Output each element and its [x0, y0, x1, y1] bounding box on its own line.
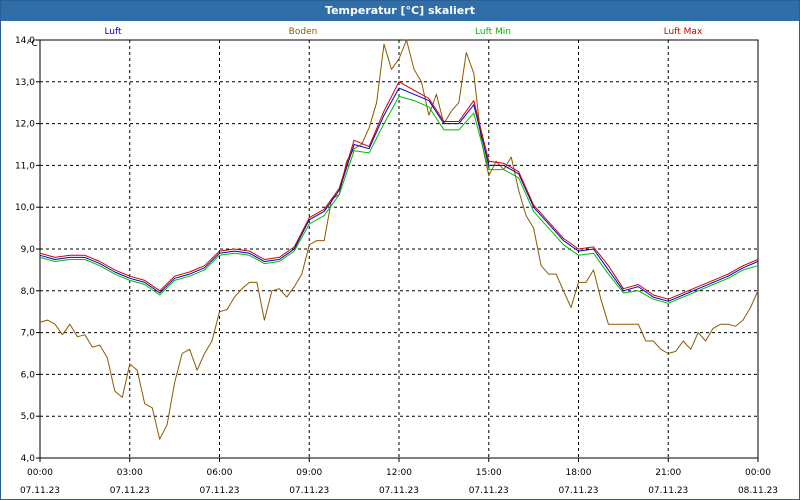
y-tick-label: 8,0: [21, 287, 36, 297]
y-tick-label: 9,0: [21, 245, 36, 255]
x-tick-time: 03:00: [117, 468, 143, 478]
x-tick-date: 07.11.23: [110, 486, 150, 496]
axes: 4,05,06,07,08,09,010,011,012,013,014,000…: [15, 36, 778, 496]
x-tick-date: 07.11.23: [289, 486, 329, 496]
x-tick-date: 07.11.23: [379, 486, 419, 496]
y-tick-label: 4,0: [21, 454, 36, 464]
x-tick-date: 07.11.23: [558, 486, 598, 496]
grid: [40, 40, 758, 458]
y-tick-label: 11,0: [15, 161, 35, 171]
x-tick-date: 07.11.23: [648, 486, 688, 496]
y-axis-unit: °C: [27, 39, 38, 49]
x-tick-time: 09:00: [296, 468, 322, 478]
x-tick-date: 07.11.23: [20, 486, 60, 496]
x-tick-time: 15:00: [476, 468, 502, 478]
y-tick-label: 5,0: [21, 412, 36, 422]
x-tick-time: 06:00: [207, 468, 233, 478]
legend-entry-luft-max: Luft Max: [664, 27, 703, 37]
x-tick-date: 08.11.23: [738, 486, 778, 496]
legend-entry-boden: Boden: [289, 27, 318, 37]
x-tick-time: 12:00: [386, 468, 412, 478]
x-tick-time: 18:00: [566, 468, 592, 478]
x-tick-date: 07.11.23: [199, 486, 239, 496]
y-tick-label: 7,0: [21, 329, 36, 339]
series-line-luft-min: [39, 95, 759, 304]
y-tick-label: 6,0: [21, 370, 36, 380]
x-tick-time: 21:00: [655, 468, 681, 478]
legend: Luft Boden Luft Min Luft Max: [104, 27, 703, 37]
x-tick-date: 07.11.23: [469, 486, 509, 496]
y-tick-label: 12,0: [15, 120, 35, 130]
y-tick-label: 10,0: [15, 203, 35, 213]
x-tick-time: 00:00: [27, 468, 53, 478]
y-tick-label: 13,0: [15, 78, 35, 88]
legend-entry-luft: Luft: [104, 27, 122, 37]
legend-entry-luft-min: Luft Min: [475, 27, 511, 37]
temperature-chart: 4,05,06,07,08,09,010,011,012,013,014,000…: [15, 27, 778, 496]
x-tick-time: 00:00: [745, 468, 771, 478]
